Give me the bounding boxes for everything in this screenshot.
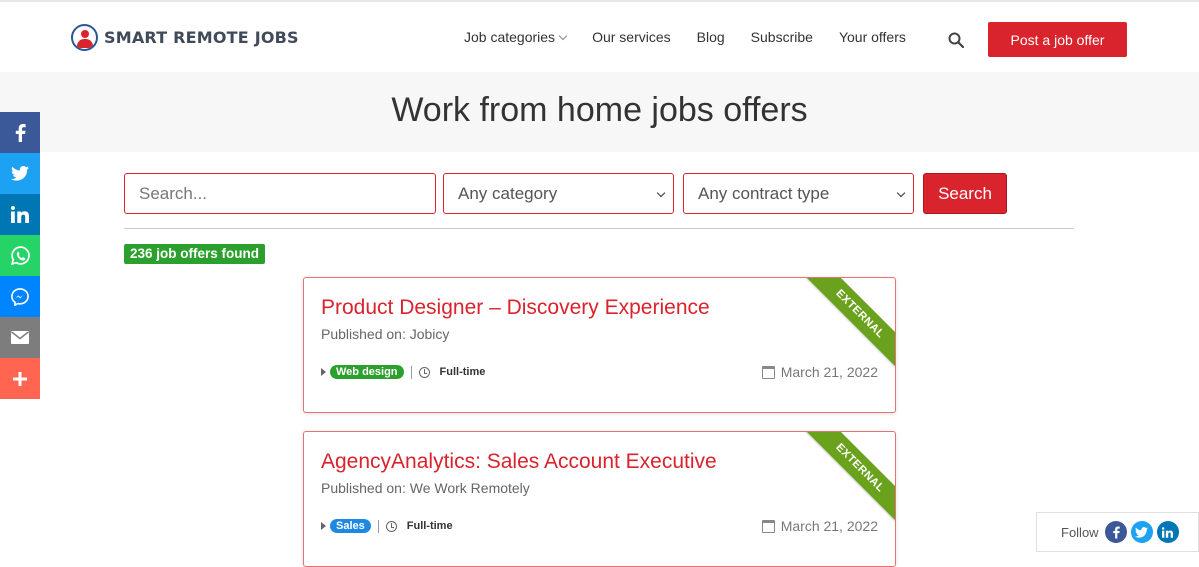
post-job-offer-button[interactable]: Post a job offer [988,22,1127,57]
brand-name: SMART REMOTE JOBS [104,28,299,47]
chevron-down-icon [558,31,568,41]
twitter-follow-icon[interactable] [1130,521,1153,543]
job-source: Published on: Jobicy [321,326,450,342]
category-tag[interactable]: Sales [330,519,371,533]
email-share-button[interactable] [0,317,40,358]
job-meta: Web design Full-time [321,365,485,379]
caret-right-icon [321,368,326,376]
nav-your-offers[interactable]: Your offers [839,29,906,45]
nav-job-categories[interactable]: Job categories [464,29,568,45]
job-meta: Sales Full-time [321,519,453,533]
separator [377,519,379,533]
results-count-badge: 236 job offers found [124,244,266,264]
contract-type-select[interactable]: Any contract type [683,173,914,214]
facebook-follow-icon[interactable] [1104,521,1127,543]
contract-value: Any contract type [698,184,830,203]
search-icon[interactable] [948,32,964,48]
job-source: Published on: We Work Remotely [321,480,530,496]
calendar-icon [761,519,775,533]
messenger-icon [11,287,29,306]
search-input[interactable]: Search... [124,173,436,214]
hero-banner: Work from home jobs offers [0,72,1199,152]
separator [410,365,412,379]
job-date: March 21, 2022 [761,518,878,534]
contract-type: Full-time [439,366,486,378]
nav-our-services[interactable]: Our services [592,29,671,45]
twitter-icon [11,166,29,181]
follow-label: Follow [1061,524,1099,540]
nav-label: Job categories [464,29,556,45]
chevron-down-icon [656,188,666,198]
divider [124,228,1074,229]
clock-icon [385,520,397,532]
job-card[interactable]: EXTERNAL Product Designer – Discovery Ex… [303,277,896,413]
nav-blog[interactable]: Blog [697,29,725,45]
site-logo[interactable]: SMART REMOTE JOBS [71,24,299,51]
twitter-share-button[interactable] [0,153,40,194]
linkedin-follow-icon[interactable] [1156,521,1179,543]
messenger-share-button[interactable] [0,276,40,317]
whatsapp-share-button[interactable] [0,235,40,276]
follow-widget: Follow [1036,512,1199,552]
linkedin-share-button[interactable] [0,194,40,235]
caret-right-icon [321,522,326,530]
job-title-link[interactable]: AgencyAnalytics: Sales Account Executive [321,450,717,474]
more-share-button[interactable] [0,358,40,399]
clock-icon [418,366,430,378]
logo-icon [71,24,98,51]
site-header: SMART REMOTE JOBS Job categories Our ser… [0,2,1199,72]
page-title: Work from home jobs offers [391,91,808,129]
more-icon [13,371,27,386]
main-nav: Job categories Our services Blog Subscri… [464,29,932,45]
contract-type: Full-time [406,520,453,532]
external-ribbon: EXTERNAL [798,278,895,376]
date-text: March 21, 2022 [780,364,878,380]
category-value: Any category [458,184,558,203]
chevron-down-icon [896,188,906,198]
job-date: March 21, 2022 [761,364,878,380]
job-title-link[interactable]: Product Designer – Discovery Experience [321,296,710,320]
linkedin-icon [11,206,29,223]
search-button[interactable]: Search [923,173,1007,214]
category-tag[interactable]: Web design [330,365,404,379]
nav-subscribe[interactable]: Subscribe [751,29,813,45]
whatsapp-icon [10,246,30,265]
external-ribbon: EXTERNAL [798,432,895,530]
date-text: March 21, 2022 [780,518,878,534]
share-sidebar [0,112,40,399]
facebook-share-button[interactable] [0,112,40,153]
email-icon [11,331,29,344]
category-select[interactable]: Any category [443,173,674,214]
job-card[interactable]: EXTERNAL AgencyAnalytics: Sales Account … [303,431,896,567]
facebook-icon [15,123,26,142]
calendar-icon [761,365,775,379]
